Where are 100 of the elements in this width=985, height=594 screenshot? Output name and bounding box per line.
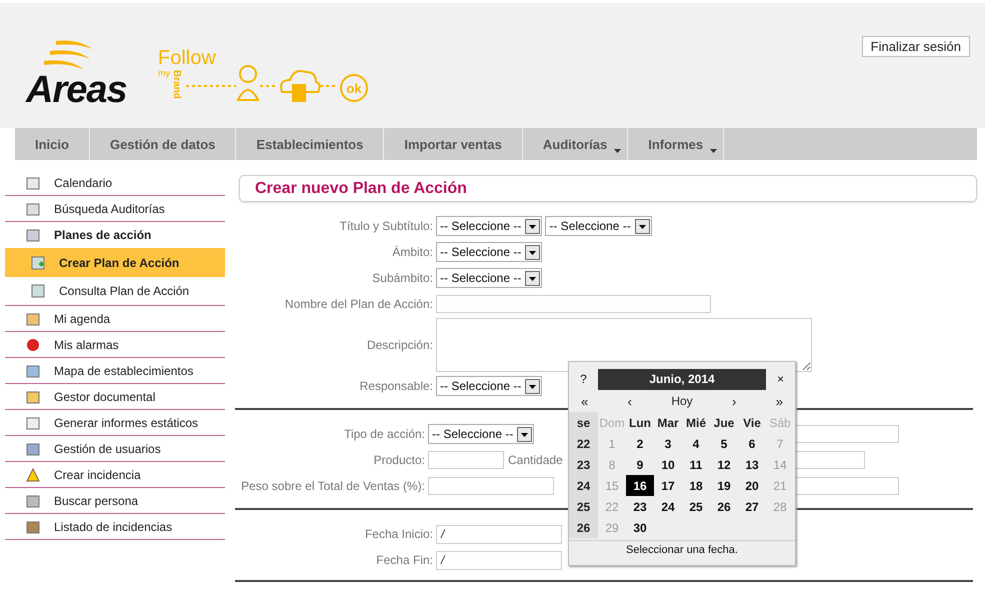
- select-field[interactable]: -- Seleccione --: [436, 376, 542, 396]
- dropdown-icon: [525, 378, 540, 394]
- calendar-day[interactable]: 18: [682, 475, 710, 496]
- day-name: Mar: [656, 414, 680, 432]
- field-label: Nombre del Plan de Acción:: [284, 297, 433, 311]
- calendar-day[interactable]: 19: [710, 475, 738, 496]
- sidebar-item[interactable]: Listado de incidencias: [5, 514, 225, 540]
- nav-item[interactable]: Inicio: [15, 128, 90, 160]
- field-label: Subámbito:: [371, 271, 433, 285]
- calendar-day[interactable]: 30: [626, 517, 654, 538]
- logo-text: Areas: [26, 73, 127, 107]
- day-name: Mié: [684, 414, 707, 432]
- next-year-button[interactable]: »: [764, 394, 795, 408]
- day-name: Dom: [598, 414, 626, 432]
- input-field[interactable]: [436, 295, 711, 313]
- caret-icon: [710, 149, 718, 153]
- sidebar-item[interactable]: Gestor documental: [5, 384, 225, 410]
- dropdown-icon: [525, 270, 540, 286]
- week-heading: se: [569, 412, 598, 433]
- sidebar-item[interactable]: Gestión de usuarios: [5, 436, 225, 462]
- sidebar-item[interactable]: Consulta Plan de Acción: [5, 277, 225, 306]
- nav-item[interactable]: Auditorías: [522, 128, 628, 160]
- logout-button[interactable]: Finalizar sesión: [862, 36, 970, 57]
- next-month-button[interactable]: ›: [720, 394, 748, 408]
- calendar-day[interactable]: 16: [626, 475, 654, 496]
- field-label: Fecha Fin:: [375, 553, 433, 567]
- select-field[interactable]: -- Seleccione --: [436, 268, 542, 288]
- dropdown-icon: [634, 218, 650, 234]
- close-button[interactable]: ×: [766, 368, 795, 390]
- field-label: Cantidade: [508, 453, 563, 467]
- week-number: 25: [569, 496, 598, 517]
- field-label: Título y Subtítulo:: [338, 219, 433, 233]
- calendar-day[interactable]: 4: [682, 433, 710, 454]
- month-title: Junio, 2014: [598, 368, 766, 390]
- today-button[interactable]: Hoy: [659, 394, 705, 408]
- caret-icon: [614, 149, 622, 153]
- week-number: 24: [569, 475, 598, 496]
- select-field[interactable]: -- Seleccione --: [545, 216, 652, 236]
- calendar-day[interactable]: 24: [654, 496, 682, 517]
- calendar-day[interactable]: 13: [738, 454, 766, 475]
- help-button[interactable]: ?: [569, 368, 598, 390]
- nav-item[interactable]: Informes: [628, 128, 724, 160]
- date-field[interactable]: /: [436, 524, 562, 544]
- week-number: 26: [569, 517, 598, 538]
- nav-item[interactable]: Gestión de datos: [90, 128, 236, 160]
- select-field[interactable]: -- Seleccione --: [436, 242, 542, 262]
- field-label: Responsable:: [358, 379, 433, 393]
- input-field[interactable]: [428, 451, 504, 469]
- nav-item[interactable]: Establecimientos: [236, 128, 384, 160]
- field-label: Peso sobre el Total de Ventas (%):: [240, 479, 425, 493]
- page-title: Crear nuevo Plan de Acción: [255, 180, 467, 198]
- dropdown-icon: [525, 244, 540, 260]
- sidebar-item[interactable]: Planes de acción: [5, 222, 225, 248]
- sidebar-item[interactable]: Crear Plan de Acción: [5, 248, 225, 277]
- prev-year-button[interactable]: «: [569, 394, 600, 408]
- calendar-day[interactable]: 5: [710, 433, 738, 454]
- warning-icon: [26, 468, 40, 482]
- sidebar-item[interactable]: Mapa de establecimientos: [5, 358, 225, 384]
- brand-vertical-text: Brand: [170, 70, 182, 99]
- ok-badge: ok: [340, 74, 368, 102]
- field-label: Ámbito:: [391, 245, 433, 259]
- calendar-day[interactable]: 9: [626, 454, 654, 475]
- field-label: Fecha Inicio:: [364, 527, 433, 541]
- nav-item[interactable]: Importar ventas: [384, 128, 523, 160]
- sidebar-item[interactable]: Buscar persona: [5, 488, 225, 514]
- calendar-day[interactable]: 26: [710, 496, 738, 517]
- calendar-day[interactable]: 20: [738, 475, 766, 496]
- calendar-day[interactable]: 17: [654, 475, 682, 496]
- select-field[interactable]: -- Seleccione --: [428, 424, 534, 444]
- week-number: 23: [569, 454, 598, 475]
- field-label: Producto:: [372, 453, 425, 467]
- input-field[interactable]: [428, 477, 554, 495]
- week-number: 22: [569, 433, 598, 454]
- day-name: Vie: [742, 414, 762, 432]
- field-label: Tipo de acción:: [343, 427, 425, 441]
- calendar-day[interactable]: 2: [626, 433, 654, 454]
- select-field[interactable]: -- Seleccione --: [436, 216, 542, 236]
- brand-small-text: my: [158, 68, 170, 78]
- calendar-day[interactable]: 6: [738, 433, 766, 454]
- calendar-day[interactable]: 12: [710, 454, 738, 475]
- calendar-day[interactable]: 3: [654, 433, 682, 454]
- sidebar-item[interactable]: Búsqueda Auditorías: [5, 196, 225, 222]
- day-name: Sáb: [768, 414, 792, 432]
- calendar-day[interactable]: 10: [654, 454, 682, 475]
- calendar-day[interactable]: 11: [682, 454, 710, 475]
- sidebar-item[interactable]: Crear incidencia: [5, 462, 225, 488]
- calendar-status: Seleccionar una fecha.: [626, 544, 738, 556]
- calendar-day[interactable]: 25: [682, 496, 710, 517]
- sidebar-item[interactable]: Generar informes estáticos: [5, 410, 225, 436]
- sidebar-item[interactable]: Mi agenda: [5, 306, 225, 332]
- sidebar-item[interactable]: Calendario: [5, 170, 225, 196]
- day-name: Lun: [628, 414, 652, 432]
- date-field[interactable]: /: [436, 550, 562, 570]
- field-label: Descripción:: [366, 338, 433, 352]
- calendar-day[interactable]: 23: [626, 496, 654, 517]
- day-name: Jue: [712, 414, 736, 432]
- dropdown-icon: [525, 218, 540, 234]
- calendar-day[interactable]: 27: [738, 496, 766, 517]
- sidebar-item[interactable]: Mis alarmas: [5, 332, 225, 358]
- prev-month-button[interactable]: ‹: [616, 394, 644, 408]
